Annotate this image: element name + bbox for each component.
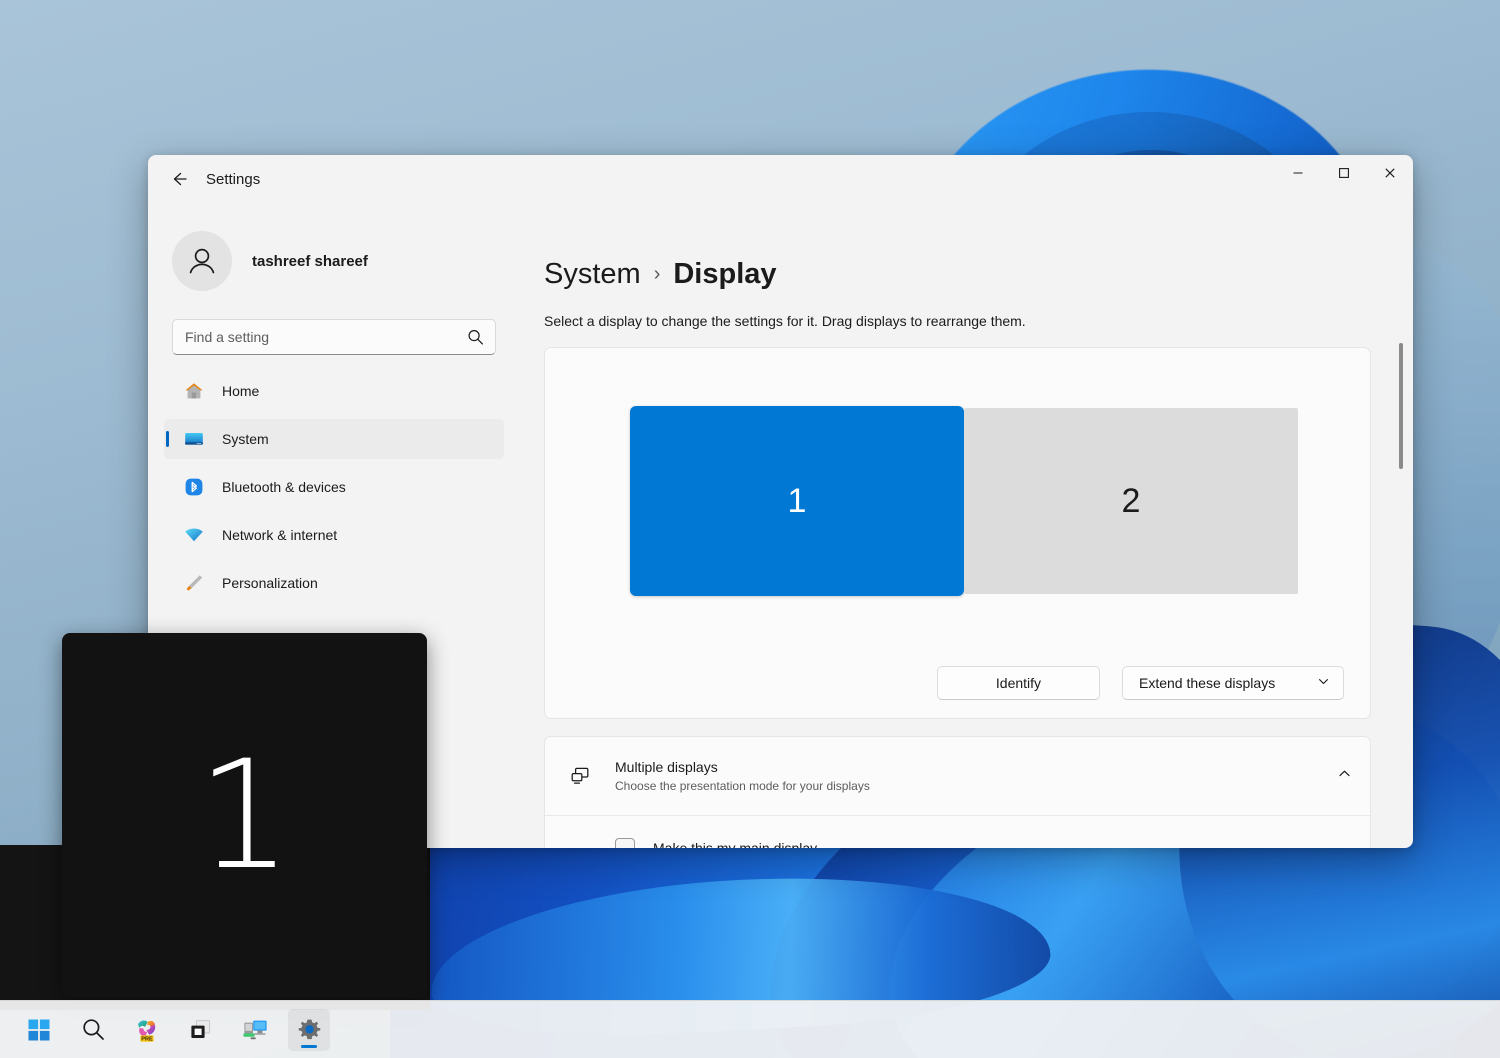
display-actions: Identify Extend these displays	[937, 666, 1344, 700]
maximize-button[interactable]	[1321, 155, 1367, 191]
multiple-displays-header[interactable]: Multiple displays Choose the presentatio…	[545, 737, 1370, 815]
copilot-button[interactable]: PRE	[126, 1009, 168, 1051]
multiple-displays-icon	[567, 765, 593, 787]
file-explorer-icon	[241, 1016, 269, 1044]
display-2-number: 2	[1122, 482, 1141, 521]
copilot-icon: PRE	[133, 1016, 161, 1044]
account-row[interactable]: tashreef shareef	[164, 217, 504, 305]
sidebar-item-system[interactable]: System	[164, 419, 504, 459]
sidebar-item-label: System	[222, 431, 269, 447]
multiple-displays-texts: Multiple displays Choose the presentatio…	[615, 759, 1337, 793]
gear-icon	[297, 1017, 322, 1042]
home-icon	[182, 379, 206, 403]
chevron-up-icon[interactable]	[1337, 766, 1352, 786]
multiple-displays-subtitle: Choose the presentation mode for your di…	[615, 779, 1337, 793]
monitor-icon	[182, 427, 206, 451]
display-1[interactable]: 1	[630, 406, 964, 596]
sidebar-item-bluetooth-devices[interactable]: Bluetooth & devices	[164, 467, 504, 507]
breadcrumb: System › Display	[544, 258, 1371, 291]
monitor-group: 1 2	[630, 406, 1298, 596]
settings-button[interactable]	[288, 1009, 330, 1051]
sidebar-nav: Home	[164, 371, 504, 603]
close-icon	[1384, 167, 1396, 179]
make-main-display-checkbox[interactable]	[615, 838, 635, 848]
main-scrollbar[interactable]	[1395, 343, 1407, 848]
window-controls	[1275, 155, 1413, 191]
sidebar-item-home[interactable]: Home	[164, 371, 504, 411]
search-button[interactable]	[72, 1009, 114, 1051]
page-title: Display	[673, 258, 776, 291]
taskbar: PRE	[0, 1000, 1500, 1058]
identify-overlay-number: 1	[197, 741, 292, 891]
paintbrush-icon	[182, 571, 206, 595]
display-1-number: 1	[788, 482, 807, 521]
svg-text:PRE: PRE	[141, 1036, 153, 1042]
desktop: Settings	[0, 0, 1500, 1058]
close-button[interactable]	[1367, 155, 1413, 191]
display-arrangement-area[interactable]: 1 2 Identify Extend these displays	[544, 347, 1371, 719]
search-box[interactable]	[172, 319, 496, 355]
sidebar-item-label: Network & internet	[222, 527, 337, 543]
windows-logo-icon	[27, 1018, 51, 1042]
display-mode-value: Extend these displays	[1139, 675, 1275, 691]
display-mode-dropdown[interactable]: Extend these displays	[1122, 666, 1344, 700]
avatar	[172, 231, 232, 291]
search-icon	[467, 329, 484, 346]
main-content: System › Display Select a display to cha…	[520, 203, 1413, 848]
search-icon	[81, 1017, 106, 1042]
task-view-button[interactable]	[180, 1009, 222, 1051]
start-button[interactable]	[18, 1009, 60, 1051]
active-app-indicator	[301, 1045, 317, 1048]
app-title: Settings	[206, 171, 260, 188]
task-view-icon	[188, 1017, 214, 1043]
back-arrow-icon	[170, 170, 188, 188]
minimize-icon	[1292, 167, 1304, 179]
sidebar-item-personalization[interactable]: Personalization	[164, 563, 504, 603]
main-display-row: Make this my main display	[545, 816, 1370, 848]
multiple-displays-card: Multiple displays Choose the presentatio…	[544, 736, 1371, 848]
back-button[interactable]	[162, 162, 196, 196]
display-2[interactable]: 2	[964, 408, 1298, 594]
sidebar-item-label: Home	[222, 383, 259, 399]
chevron-down-icon	[1317, 675, 1330, 691]
bluetooth-icon	[182, 475, 206, 499]
search-input[interactable]	[173, 320, 495, 354]
sidebar-item-label: Bluetooth & devices	[222, 479, 346, 495]
sidebar-item-label: Personalization	[222, 575, 318, 591]
title-bar: Settings	[148, 155, 1413, 203]
file-explorer-button[interactable]	[234, 1009, 276, 1051]
page-description: Select a display to change the settings …	[544, 313, 1371, 329]
maximize-icon	[1338, 167, 1350, 179]
wifi-icon	[182, 523, 206, 547]
minimize-button[interactable]	[1275, 155, 1321, 191]
sidebar-item-network-internet[interactable]: Network & internet	[164, 515, 504, 555]
multiple-displays-title: Multiple displays	[615, 759, 1337, 775]
scrollbar-thumb[interactable]	[1399, 343, 1403, 469]
identify-overlay: 1	[62, 633, 427, 998]
breadcrumb-separator: ›	[654, 263, 661, 286]
person-avatar-icon	[183, 242, 221, 280]
identify-button[interactable]: Identify	[937, 666, 1100, 700]
account-name: tashreef shareef	[252, 253, 368, 270]
breadcrumb-parent[interactable]: System	[544, 258, 641, 291]
make-main-display-label[interactable]: Make this my main display	[653, 840, 817, 848]
